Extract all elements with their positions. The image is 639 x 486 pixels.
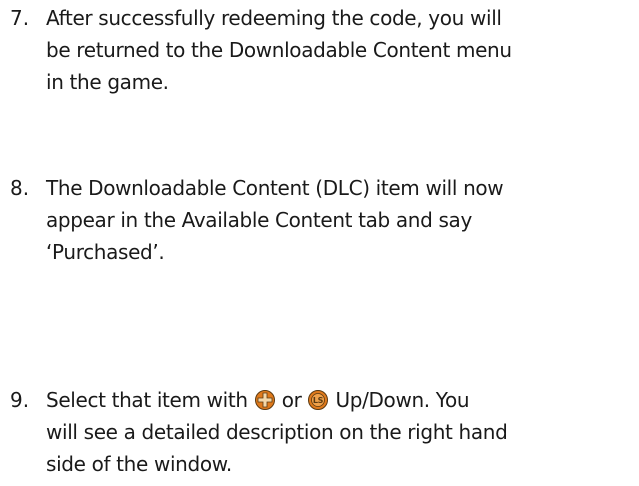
step-number: 9. (10, 388, 30, 412)
step-line: appear in the Available Content tab and … (46, 208, 472, 232)
step-text: After successfully redeeming the code, y… (46, 2, 636, 98)
step-text: Select that item with or LS Up/Down. You… (46, 384, 636, 480)
left-stick-icon: LS (308, 390, 329, 410)
step-line: in the game. (46, 70, 169, 94)
step-text-segment: Up/Down. You (335, 388, 470, 412)
step-number: 8. (10, 176, 30, 200)
step-line: ‘Purchased’. (46, 240, 165, 264)
dpad-icon (254, 390, 275, 410)
step-line: be returned to the Downloadable Content … (46, 38, 512, 62)
step-line: will see a detailed description on the r… (46, 420, 508, 444)
step-line: side of the window. (46, 452, 232, 476)
step-line-with-icons: Select that item with or LS Up/Down. You (46, 384, 636, 416)
step-line: After successfully redeeming the code, y… (46, 6, 502, 30)
step-text: The Downloadable Content (DLC) item will… (46, 172, 636, 268)
step-text-segment: or (281, 388, 302, 412)
step-number: 7. (10, 6, 30, 30)
left-stick-icon-label: LS (313, 396, 324, 405)
step-text-segment: Select that item with (46, 388, 248, 412)
step-line: The Downloadable Content (DLC) item will… (46, 176, 504, 200)
